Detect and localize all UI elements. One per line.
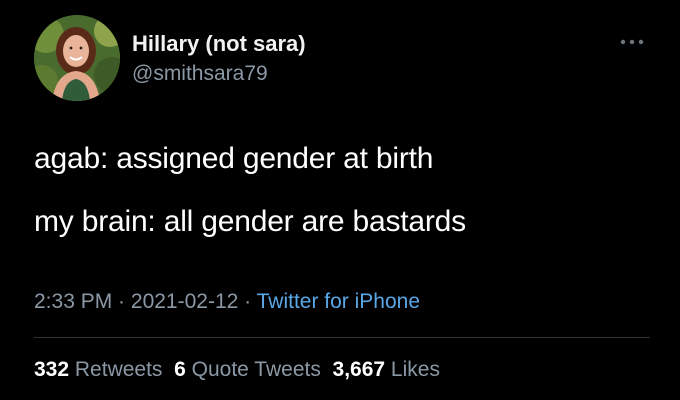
tweet-text-line-1: agab: assigned gender at birth [34,142,434,175]
user-handle[interactable]: @smithsara79 [132,62,268,86]
more-horizontal-icon[interactable] [615,32,649,52]
retweets-label: Retweets [74,358,163,381]
tweet-text-line-2: my brain: all gender are bastards [34,205,466,238]
tweet-time[interactable]: 2:33 PM [34,290,112,313]
tweet-date[interactable]: 2021-02-12 [131,290,238,313]
retweets-stat[interactable]: 332 Retweets [34,358,162,381]
retweets-count: 332 [34,358,70,381]
quote-tweets-stat[interactable]: 6 Quote Tweets [174,358,321,381]
meta-separator: · [238,290,257,313]
divider [34,337,650,338]
tweet-stats: 332 Retweets 6 Quote Tweets 3,667 Likes [34,358,440,382]
meta-separator: · [112,290,131,313]
tweet-source-link[interactable]: Twitter for iPhone [257,290,420,313]
likes-label: Likes [390,358,440,381]
avatar[interactable] [34,15,120,101]
quote-tweets-count: 6 [174,358,186,381]
display-name[interactable]: Hillary (not sara) [132,31,306,57]
tweet-card: Hillary (not sara) @smithsara79 agab: as… [0,0,680,400]
avatar-photo [34,15,120,101]
quote-tweets-label: Quote Tweets [191,358,321,381]
likes-count: 3,667 [332,358,386,381]
tweet-meta: 2:33 PM · 2021-02-12 · Twitter for iPhon… [34,290,420,314]
likes-stat[interactable]: 3,667 Likes [333,358,440,381]
